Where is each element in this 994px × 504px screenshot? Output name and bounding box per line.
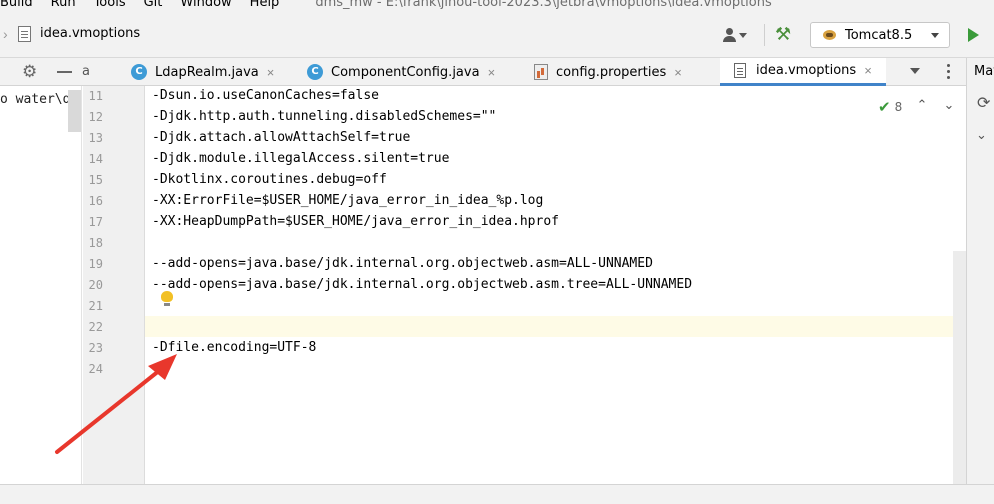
run-configuration-label: Tomcat8.5	[845, 27, 913, 43]
line-number: 18	[88, 236, 103, 250]
inspection-count: 8	[894, 100, 903, 114]
code-line[interactable]: -Djdk.attach.allowAttachSelf=true	[152, 130, 410, 145]
close-icon[interactable]: ×	[864, 63, 872, 78]
tab-label: LdapRealm.java	[155, 64, 259, 80]
line-number: 11	[88, 89, 103, 103]
file-icon	[18, 26, 31, 42]
menu-window[interactable]: Window	[180, 0, 231, 10]
line-number: 20	[88, 278, 103, 292]
tab-config-properties[interactable]: config.properties ×	[534, 58, 682, 86]
check-icon: ✔	[878, 99, 891, 116]
minimize-icon[interactable]	[57, 71, 72, 73]
tab-label: idea.vmoptions	[756, 63, 857, 78]
chevron-down-icon[interactable]: ⌄	[942, 98, 956, 112]
tab-ldaprealm[interactable]: C LdapRealm.java ×	[131, 58, 274, 86]
chevron-down-icon[interactable]: ⌄	[976, 128, 990, 142]
line-number: 19	[88, 257, 103, 271]
tab-idea-vmoptions[interactable]: idea.vmoptions ×	[720, 58, 886, 86]
line-number: 23	[88, 341, 103, 355]
code-line[interactable]: -Dsun.io.useCanonCaches=false	[152, 88, 379, 103]
properties-file-icon	[534, 64, 548, 80]
chevron-up-icon[interactable]: ⌃	[915, 98, 929, 112]
line-number: 12	[88, 110, 103, 124]
gear-icon[interactable]: ⚙	[22, 63, 40, 81]
tab-label: ComponentConfig.java	[331, 64, 480, 80]
more-options-icon[interactable]	[947, 64, 951, 80]
run-configuration-select[interactable]: Tomcat8.5	[810, 22, 950, 48]
code-editor[interactable]: -Dsun.io.useCanonCaches=false -Djdk.http…	[145, 86, 966, 484]
tab-label: config.properties	[556, 64, 667, 80]
code-line[interactable]: -Dkotlinx.coroutines.debug=off	[152, 172, 387, 187]
tab-overflow-fragment[interactable]: a	[82, 64, 90, 79]
inspection-widget[interactable]: ✔ 8	[878, 98, 902, 116]
hammer-icon[interactable]: ⚒	[775, 24, 795, 44]
refresh-icon[interactable]: ⟳	[977, 96, 993, 112]
close-icon[interactable]: ×	[674, 65, 682, 80]
chevron-right-icon[interactable]: ›	[3, 25, 11, 43]
editor-scrollbar[interactable]	[953, 251, 966, 484]
user-icon	[722, 28, 736, 42]
code-line[interactable]: -XX:HeapDumpPath=$USER_HOME/java_error_i…	[152, 214, 559, 229]
code-line[interactable]: -Djdk.module.illegalAccess.silent=true	[152, 151, 449, 166]
menu-tools[interactable]: Tools	[94, 0, 126, 10]
maven-tool-window: Mav ⟳ ⌄	[966, 58, 994, 484]
caret-down-icon	[739, 32, 747, 38]
project-panel: o water\dm	[0, 86, 82, 484]
code-line[interactable]: --add-opens=java.base/jdk.internal.org.o…	[152, 277, 692, 292]
lightbulb-icon[interactable]	[161, 291, 173, 307]
code-line[interactable]: -Dfile.encoding=UTF-8	[152, 340, 316, 355]
menu-run[interactable]: Run	[51, 0, 76, 10]
status-bar	[0, 484, 994, 504]
scrollbar[interactable]	[68, 90, 81, 132]
menu-bar-content: Build Run Tools Git Window Help dms_mw -…	[0, 0, 772, 12]
window-title-path: dms_mw - E:\frank\jinou-tool-2023.3\jetb…	[315, 0, 772, 10]
chevron-down-icon[interactable]	[910, 68, 920, 74]
file-icon	[734, 63, 746, 78]
menu-git[interactable]: Git	[144, 0, 163, 10]
line-number-gutter: 11 12 13 14 15 16 17 18 19 20 21 22 23 2…	[83, 86, 145, 484]
class-icon: C	[307, 64, 323, 80]
toolbar-divider	[764, 24, 765, 46]
play-icon[interactable]	[968, 28, 979, 42]
user-menu-button[interactable]	[722, 26, 756, 44]
line-number: 14	[88, 152, 103, 166]
line-number: 22	[88, 320, 103, 334]
editor-tab-bar: ⚙ a C LdapRealm.java × C ComponentConfig…	[0, 58, 966, 86]
code-line[interactable]: -XX:ErrorFile=$USER_HOME/java_error_in_i…	[152, 193, 543, 208]
navigation-bar: › idea.vmoptions ⚒ Tomcat8.5	[0, 12, 994, 58]
code-line[interactable]: --add-opens=java.base/jdk.internal.org.o…	[152, 256, 653, 271]
menu-bar: Build Run Tools Git Window Help dms_mw -…	[0, 0, 994, 12]
current-line-highlight	[145, 316, 966, 337]
menu-help[interactable]: Help	[250, 0, 280, 10]
line-number: 16	[88, 194, 103, 208]
tomcat-icon	[821, 27, 839, 43]
code-line[interactable]: -Djdk.http.auth.tunneling.disabledScheme…	[152, 109, 496, 124]
close-icon[interactable]: ×	[267, 65, 275, 80]
maven-panel-title[interactable]: Mav	[974, 64, 994, 79]
project-tree-item[interactable]: o water\dm	[0, 92, 78, 107]
tab-componentconfig[interactable]: C ComponentConfig.java ×	[307, 58, 495, 86]
line-number: 24	[88, 362, 103, 376]
menu-build[interactable]: Build	[0, 0, 33, 10]
breadcrumb-file[interactable]: idea.vmoptions	[40, 26, 140, 41]
line-number: 15	[88, 173, 103, 187]
line-number: 13	[88, 131, 103, 145]
close-icon[interactable]: ×	[488, 65, 496, 80]
caret-down-icon	[931, 32, 939, 38]
class-icon: C	[131, 64, 147, 80]
line-number: 17	[88, 215, 103, 229]
line-number: 21	[88, 299, 103, 313]
